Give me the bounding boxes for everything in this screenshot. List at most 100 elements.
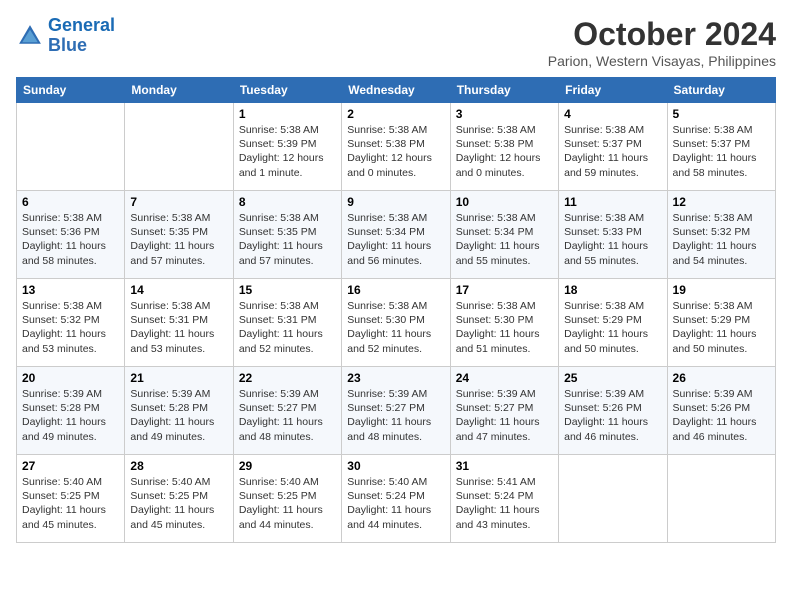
page-header: General Blue October 2024 Parion, Wester… <box>16 16 776 69</box>
day-cell: 6Sunrise: 5:38 AMSunset: 5:36 PMDaylight… <box>17 191 125 279</box>
day-info: Sunrise: 5:38 AMSunset: 5:37 PMDaylight:… <box>673 123 770 180</box>
title-block: October 2024 Parion, Western Visayas, Ph… <box>548 16 776 69</box>
day-cell: 24 Sunrise: 5:39 AMSunset: 5:27 PMDayligh… <box>450 367 558 455</box>
day-info: Sunrise: 5:38 AMSunset: 5:33 PMDaylight:… <box>564 211 661 268</box>
day-cell: 18Sunrise: 5:38 AMSunset: 5:29 PMDayligh… <box>559 279 667 367</box>
day-cell: 19 Sunrise: 5:38 AMSunset: 5:29 PMDayligh… <box>667 279 775 367</box>
weekday-header-row: SundayMondayTuesdayWednesdayThursdayFrid… <box>17 78 776 103</box>
day-cell: 12Sunrise: 5:38 AMSunset: 5:32 PMDayligh… <box>667 191 775 279</box>
day-number: 28 <box>130 459 227 473</box>
day-info: Sunrise: 5:39 AMSunset: 5:27 PMDaylight:… <box>239 387 336 444</box>
day-number: 7 <box>130 195 227 209</box>
day-info: Sunrise: 5:40 AMSunset: 5:25 PMDaylight:… <box>130 475 227 532</box>
location-subtitle: Parion, Western Visayas, Philippines <box>548 53 776 69</box>
week-row-5: 27 Sunrise: 5:40 AMSunset: 5:25 PMDayligh… <box>17 455 776 543</box>
day-cell: 7Sunrise: 5:38 AMSunset: 5:35 PMDaylight… <box>125 191 233 279</box>
weekday-sunday: Sunday <box>17 78 125 103</box>
day-cell: 31Sunrise: 5:41 AMSunset: 5:24 PMDayligh… <box>450 455 558 543</box>
day-number: 4 <box>564 107 661 121</box>
week-row-3: 13Sunrise: 5:38 AMSunset: 5:32 PMDayligh… <box>17 279 776 367</box>
day-number: 11 <box>564 195 661 209</box>
day-number: 26 <box>673 371 770 385</box>
day-cell: 22 Sunrise: 5:39 AMSunset: 5:27 PMDayligh… <box>233 367 341 455</box>
day-number: 13 <box>22 283 119 297</box>
logo-blue: Blue <box>48 35 87 55</box>
logo-general: General <box>48 15 115 35</box>
day-info: Sunrise: 5:39 AMSunset: 5:28 PMDaylight:… <box>22 387 119 444</box>
day-cell: 29Sunrise: 5:40 AMSunset: 5:25 PMDayligh… <box>233 455 341 543</box>
day-info: Sunrise: 5:38 AMSunset: 5:30 PMDaylight:… <box>456 299 553 356</box>
day-cell: 21 Sunrise: 5:39 AMSunset: 5:28 PMDayligh… <box>125 367 233 455</box>
day-number: 9 <box>347 195 444 209</box>
day-info: Sunrise: 5:38 AMSunset: 5:39 PMDaylight:… <box>239 123 336 180</box>
day-number: 6 <box>22 195 119 209</box>
day-cell: 28 Sunrise: 5:40 AMSunset: 5:25 PMDayligh… <box>125 455 233 543</box>
day-cell <box>559 455 667 543</box>
day-info: Sunrise: 5:40 AMSunset: 5:24 PMDaylight:… <box>347 475 444 532</box>
day-number: 10 <box>456 195 553 209</box>
day-info: Sunrise: 5:39 AMSunset: 5:27 PMDaylight:… <box>347 387 444 444</box>
month-title: October 2024 <box>548 16 776 53</box>
day-number: 17 <box>456 283 553 297</box>
day-info: Sunrise: 5:39 AMSunset: 5:27 PMDaylight:… <box>456 387 553 444</box>
day-number: 3 <box>456 107 553 121</box>
day-info: Sunrise: 5:41 AMSunset: 5:24 PMDaylight:… <box>456 475 553 532</box>
day-number: 15 <box>239 283 336 297</box>
day-number: 25 <box>564 371 661 385</box>
day-cell: 30 Sunrise: 5:40 AMSunset: 5:24 PMDayligh… <box>342 455 450 543</box>
day-number: 29 <box>239 459 336 473</box>
weekday-saturday: Saturday <box>667 78 775 103</box>
day-cell: 9 Sunrise: 5:38 AMSunset: 5:34 PMDaylight… <box>342 191 450 279</box>
day-info: Sunrise: 5:38 AMSunset: 5:38 PMDaylight:… <box>456 123 553 180</box>
weekday-wednesday: Wednesday <box>342 78 450 103</box>
day-cell: 20 Sunrise: 5:39 AMSunset: 5:28 PMDayligh… <box>17 367 125 455</box>
day-cell: 4 Sunrise: 5:38 AMSunset: 5:37 PMDaylight… <box>559 103 667 191</box>
day-number: 1 <box>239 107 336 121</box>
day-number: 23 <box>347 371 444 385</box>
day-cell: 1 Sunrise: 5:38 AMSunset: 5:39 PMDaylight… <box>233 103 341 191</box>
day-number: 27 <box>22 459 119 473</box>
day-cell: 26 Sunrise: 5:39 AMSunset: 5:26 PMDayligh… <box>667 367 775 455</box>
day-cell: 11 Sunrise: 5:38 AMSunset: 5:33 PMDayligh… <box>559 191 667 279</box>
day-number: 12 <box>673 195 770 209</box>
week-row-1: 1 Sunrise: 5:38 AMSunset: 5:39 PMDaylight… <box>17 103 776 191</box>
day-number: 20 <box>22 371 119 385</box>
day-info: Sunrise: 5:40 AMSunset: 5:25 PMDaylight:… <box>22 475 119 532</box>
day-info: Sunrise: 5:38 AMSunset: 5:34 PMDaylight:… <box>347 211 444 268</box>
day-number: 19 <box>673 283 770 297</box>
day-number: 14 <box>130 283 227 297</box>
day-cell: 10Sunrise: 5:38 AMSunset: 5:34 PMDayligh… <box>450 191 558 279</box>
day-number: 8 <box>239 195 336 209</box>
weekday-friday: Friday <box>559 78 667 103</box>
day-cell: 3 Sunrise: 5:38 AMSunset: 5:38 PMDaylight… <box>450 103 558 191</box>
day-info: Sunrise: 5:38 AMSunset: 5:29 PMDaylight:… <box>673 299 770 356</box>
day-info: Sunrise: 5:38 AMSunset: 5:35 PMDaylight:… <box>239 211 336 268</box>
day-info: Sunrise: 5:38 AMSunset: 5:30 PMDaylight:… <box>347 299 444 356</box>
day-cell: 17 Sunrise: 5:38 AMSunset: 5:30 PMDayligh… <box>450 279 558 367</box>
day-cell: 27 Sunrise: 5:40 AMSunset: 5:25 PMDayligh… <box>17 455 125 543</box>
day-cell: 23 Sunrise: 5:39 AMSunset: 5:27 PMDayligh… <box>342 367 450 455</box>
day-cell <box>125 103 233 191</box>
day-info: Sunrise: 5:38 AMSunset: 5:37 PMDaylight:… <box>564 123 661 180</box>
day-info: Sunrise: 5:39 AMSunset: 5:28 PMDaylight:… <box>130 387 227 444</box>
day-cell: 14Sunrise: 5:38 AMSunset: 5:31 PMDayligh… <box>125 279 233 367</box>
logo-icon <box>16 22 44 50</box>
day-info: Sunrise: 5:39 AMSunset: 5:26 PMDaylight:… <box>564 387 661 444</box>
weekday-tuesday: Tuesday <box>233 78 341 103</box>
day-cell: 25 Sunrise: 5:39 AMSunset: 5:26 PMDayligh… <box>559 367 667 455</box>
day-number: 5 <box>673 107 770 121</box>
day-info: Sunrise: 5:38 AMSunset: 5:38 PMDaylight:… <box>347 123 444 180</box>
day-number: 22 <box>239 371 336 385</box>
day-number: 21 <box>130 371 227 385</box>
calendar-body: 1 Sunrise: 5:38 AMSunset: 5:39 PMDaylight… <box>17 103 776 543</box>
day-number: 16 <box>347 283 444 297</box>
day-number: 24 <box>456 371 553 385</box>
day-cell: 5 Sunrise: 5:38 AMSunset: 5:37 PMDaylight… <box>667 103 775 191</box>
day-cell: 16 Sunrise: 5:38 AMSunset: 5:30 PMDayligh… <box>342 279 450 367</box>
day-number: 30 <box>347 459 444 473</box>
day-number: 18 <box>564 283 661 297</box>
day-info: Sunrise: 5:39 AMSunset: 5:26 PMDaylight:… <box>673 387 770 444</box>
day-number: 2 <box>347 107 444 121</box>
day-cell <box>17 103 125 191</box>
weekday-thursday: Thursday <box>450 78 558 103</box>
